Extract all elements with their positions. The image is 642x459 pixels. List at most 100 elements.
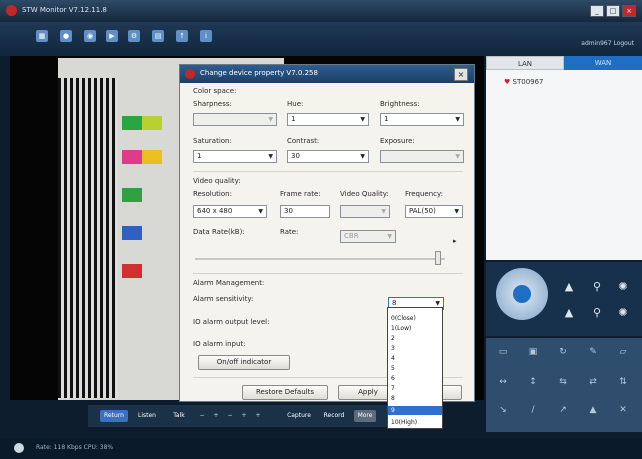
sensitivity-option[interactable]: 2 — [388, 334, 442, 343]
sensitivity-option-highlighted[interactable]: 9 — [388, 406, 442, 415]
swap-icon[interactable]: ↔ — [496, 376, 510, 388]
sensitivity-option[interactable]: 1(Low) — [388, 324, 442, 333]
frame-rate-input[interactable]: 30 — [280, 205, 330, 218]
io-output-label: IO alarm output level: — [193, 318, 270, 326]
status-bar: Rate: 118 Kbps CPU: 38% — [0, 438, 642, 459]
settings-icon[interactable]: ⚙ — [128, 30, 140, 42]
video-quality-section-label: Video quality: — [193, 177, 241, 185]
user-logout[interactable]: admin967 Logout — [581, 40, 634, 47]
wrench-icon[interactable]: ✕ — [616, 404, 630, 416]
saturation-value: 1 — [197, 152, 202, 160]
sensitivity-option[interactable]: 10(High) — [388, 418, 442, 427]
grid-icon[interactable]: ▤ — [152, 30, 164, 42]
frequency-value: PAL(50) — [409, 207, 436, 215]
chevron-down-icon: ▼ — [387, 233, 392, 240]
more-button[interactable]: More — [354, 410, 376, 422]
plus-icon[interactable]: + — [212, 410, 220, 422]
playback-icon[interactable]: ▶ — [106, 30, 118, 42]
brightness-value: 1 — [384, 115, 389, 123]
sensitivity-option[interactable]: 6 — [388, 374, 442, 383]
power-icon[interactable] — [14, 443, 24, 453]
device-tree-item[interactable]: ♥ ST00967 — [504, 78, 544, 86]
green-swatch-2 — [122, 188, 142, 202]
folder-icon[interactable]: ▱ — [616, 346, 630, 358]
hue-select[interactable]: 1 ▼ — [287, 113, 369, 126]
flip-icon[interactable]: ⇅ — [616, 376, 630, 388]
ptz-center-icon[interactable] — [513, 285, 531, 303]
record-icon[interactable]: ◉ — [84, 30, 96, 42]
sensitivity-option[interactable]: 7 — [388, 384, 442, 393]
layout-icon[interactable]: ▦ — [36, 30, 48, 42]
slider-cursor-icon: ▸ — [453, 237, 457, 245]
sensitivity-option[interactable]: 3 — [388, 344, 442, 353]
zoom-out-icon[interactable]: ⚲ — [590, 306, 604, 320]
sensitivity-option[interactable]: 0(Close) — [388, 314, 442, 323]
image-icon[interactable]: ▣ — [526, 346, 540, 358]
pen-icon[interactable]: ✎ — [586, 346, 600, 358]
capture-button[interactable]: Capture — [284, 410, 314, 422]
info-icon[interactable]: i — [200, 30, 212, 42]
zoom-plus-icon[interactable]: + — [240, 410, 248, 422]
sensitivity-option[interactable]: 8 — [388, 394, 442, 403]
chevron-down-icon: ▼ — [381, 208, 386, 215]
diagonal-icon[interactable]: ↘ — [496, 404, 510, 416]
listen-button[interactable]: Listen — [134, 410, 160, 422]
ptz-direction-pad[interactable] — [496, 268, 548, 320]
focus-far-icon[interactable]: ✺ — [616, 306, 630, 320]
minus-icon[interactable]: − — [198, 410, 206, 422]
exposure-label: Exposure: — [380, 137, 415, 145]
cruise-icon[interactable]: ↻ — [556, 346, 570, 358]
main-toolbar: ▦ ● ◉ ▶ ⚙ ▤ ↑ i admin967 Logout — [0, 22, 642, 56]
minimize-button[interactable]: _ — [590, 5, 604, 17]
iris-down-icon[interactable]: ▲ — [562, 306, 576, 320]
chevron-down-icon: ▼ — [455, 116, 460, 123]
tab-wan[interactable]: WAN — [564, 56, 642, 70]
mirror-icon[interactable]: ⇄ — [586, 376, 600, 388]
frame-rate-label: Frame rate: — [280, 190, 321, 198]
focus-near-icon[interactable]: ✺ — [616, 280, 630, 294]
zoom-minus-icon[interactable]: − — [226, 410, 234, 422]
data-rate-slider-thumb[interactable] — [435, 251, 441, 265]
video-control-bar: Return Listen Talk − + − + + Capture Rec… — [88, 405, 394, 427]
film-icon[interactable]: ▭ — [496, 346, 510, 358]
talk-button[interactable]: Talk — [168, 410, 190, 422]
contrast-select[interactable]: 30 ▼ — [287, 150, 369, 163]
saturation-select[interactable]: 1 ▼ — [193, 150, 277, 163]
iris-up-icon[interactable]: ▲ — [562, 280, 576, 294]
triangle-icon[interactable]: ▲ — [586, 404, 600, 416]
dialog-title: Change device property V7.0.258 — [200, 69, 318, 77]
record-button[interactable]: Record — [320, 410, 348, 422]
dialog-close-button[interactable]: × — [454, 68, 468, 81]
vertical-icon[interactable]: ↕ — [526, 376, 540, 388]
window-controls: _ □ × — [590, 5, 636, 17]
close-button[interactable]: × — [622, 5, 636, 17]
chevron-down-icon: ▼ — [360, 153, 365, 160]
device-icon: ♥ — [504, 78, 511, 86]
frequency-select[interactable]: PAL(50) ▼ — [405, 205, 463, 218]
sensitivity-option[interactable]: 5 — [388, 364, 442, 373]
extra-plus-icon[interactable]: + — [254, 410, 262, 422]
arrow-icon[interactable]: ↗ — [556, 404, 570, 416]
zoom-in-icon[interactable]: ⚲ — [590, 280, 604, 294]
video-quality-label: Video Quality: — [340, 190, 389, 198]
tab-lan[interactable]: LAN — [486, 56, 564, 70]
video-quality-select[interactable]: ▼ — [340, 205, 390, 218]
left-right-icon[interactable]: ⇆ — [556, 376, 570, 388]
sensitivity-option[interactable]: 4 — [388, 354, 442, 363]
onoff-indicator-button[interactable]: On/off indicator — [198, 355, 290, 370]
hue-value: 1 — [291, 115, 296, 123]
return-button[interactable]: Return — [100, 410, 128, 422]
rate-select[interactable]: CBR ▼ — [340, 230, 396, 243]
exposure-select[interactable]: ▼ — [380, 150, 464, 163]
camera-icon[interactable]: ● — [60, 30, 72, 42]
sharpness-select[interactable]: ▼ — [193, 113, 277, 126]
upload-icon[interactable]: ↑ — [176, 30, 188, 42]
data-rate-slider-track[interactable] — [195, 258, 445, 260]
maximize-button[interactable]: □ — [606, 5, 620, 17]
resolution-select[interactable]: 640 x 480 ▼ — [193, 205, 267, 218]
brightness-select[interactable]: 1 ▼ — [380, 113, 464, 126]
device-panel: LAN WAN ♥ ST00967 — [486, 56, 642, 260]
restore-defaults-button[interactable]: Restore Defaults — [242, 385, 328, 400]
slash-icon[interactable]: / — [526, 404, 540, 416]
chevron-down-icon: ▼ — [360, 116, 365, 123]
